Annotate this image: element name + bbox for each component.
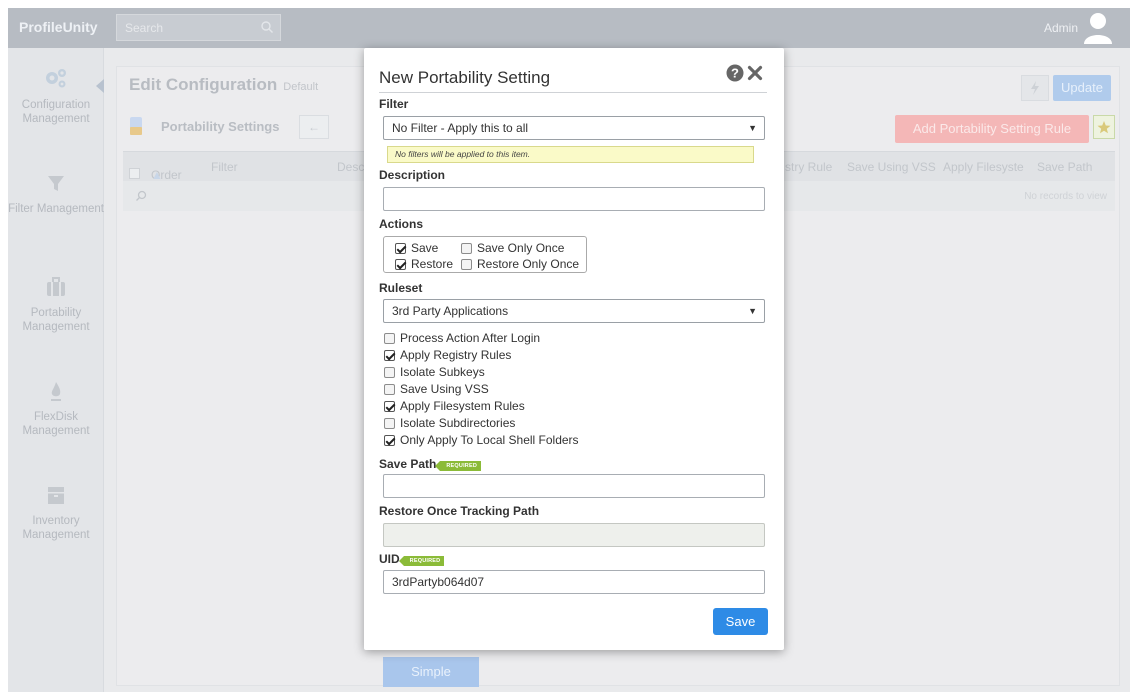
sidebar-item-inventory[interactable]: Inventory Management (8, 482, 104, 542)
flame-icon (51, 382, 61, 401)
search-icon[interactable] (260, 20, 274, 34)
apply-registry-rules-checkbox[interactable]: Apply Registry Rules (384, 349, 511, 362)
title-divider (379, 92, 767, 93)
actions-label: Actions (379, 217, 424, 231)
new-portability-setting-dialog: New Portability Setting ? Filter No Filt… (364, 48, 784, 650)
uid-label: UID REQUIRED (379, 552, 445, 566)
save-checkbox[interactable]: Save (395, 242, 438, 255)
ruleset-select[interactable]: 3rd Party Applications ▼ (383, 299, 765, 323)
sidebar-item-label: Filter Management (8, 203, 104, 215)
user-name[interactable]: Admin (1044, 8, 1078, 48)
search-input[interactable] (117, 15, 257, 40)
required-badge: REQUIRED (435, 461, 482, 471)
update-button[interactable]: Update (1053, 75, 1111, 101)
isolate-subkeys-checkbox[interactable]: Isolate Subkeys (384, 366, 485, 379)
sidebar-item-filter[interactable]: Filter Management (8, 170, 104, 216)
archive-box-icon (48, 487, 64, 504)
no-records-text: No records to view (1024, 191, 1107, 202)
page-title-text: Edit Configuration (129, 75, 278, 94)
gears-icon (46, 69, 66, 88)
column-filter[interactable]: Filter (211, 160, 238, 174)
funnel-icon (48, 176, 64, 191)
page-title: Edit Configuration Default (129, 75, 318, 95)
restore-tracking-path-input (383, 523, 765, 547)
sidebar: Configuration Management Filter Manageme… (8, 48, 104, 692)
only-local-shell-folders-checkbox[interactable]: Only Apply To Local Shell Folders (384, 434, 579, 447)
filter-selected-value: No Filter - Apply this to all (392, 121, 529, 135)
sidebar-item-label: Portability Management (22, 307, 90, 333)
brand-logo[interactable]: ProfileUnity (19, 8, 98, 48)
actions-group: Save Save Only Once Restore Restore Only… (383, 236, 587, 273)
flash-button[interactable] (1021, 75, 1049, 101)
filter-label: Filter (379, 97, 409, 111)
section-title: Portability Settings (161, 119, 280, 134)
simple-button[interactable]: Simple (383, 657, 479, 687)
restore-checkbox[interactable]: Restore (395, 258, 453, 271)
close-icon[interactable] (747, 65, 763, 81)
column-apply-filesystem[interactable]: Apply Filesyste (943, 160, 1024, 174)
dialog-title: New Portability Setting (379, 68, 551, 87)
checkbox-checked (395, 259, 406, 270)
restore-tracking-path-label: Restore Once Tracking Path (379, 504, 540, 518)
search-icon[interactable] (135, 190, 147, 202)
restore-only-once-checkbox[interactable]: Restore Only Once (461, 258, 579, 271)
avatar-icon[interactable] (1082, 10, 1114, 44)
checkbox-unchecked (461, 243, 472, 254)
column-save-using-vss[interactable]: Save Using VSS (847, 160, 936, 174)
sidebar-item-label: Configuration Management (21, 99, 91, 125)
ruleset-selected-value: 3rd Party Applications (392, 304, 509, 318)
save-path-label: Save Path REQUIRED (379, 457, 482, 471)
arrow-left-icon: ← (308, 120, 320, 134)
description-input[interactable] (383, 187, 765, 211)
svg-text:?: ? (731, 66, 739, 81)
process-after-login-checkbox[interactable]: Process Action After Login (384, 332, 540, 345)
checkbox-checked (395, 243, 406, 254)
add-portability-rule-button[interactable]: Add Portability Setting Rule (895, 115, 1089, 143)
sidebar-item-flexdisk[interactable]: FlexDisk Management (8, 378, 104, 438)
save-using-vss-checkbox[interactable]: Save Using VSS (384, 383, 489, 396)
filter-hint: No filters will be applied to this item. (387, 146, 754, 163)
ruleset-label: Ruleset (379, 281, 423, 295)
sidebar-item-configuration[interactable]: Configuration Management (8, 66, 104, 126)
description-label: Description (379, 168, 446, 182)
column-description[interactable]: Desc (337, 160, 364, 174)
export-button[interactable] (1093, 115, 1115, 139)
isolate-subdirectories-checkbox[interactable]: Isolate Subdirectories (384, 417, 515, 430)
filter-select[interactable]: No Filter - Apply this to all ▼ (383, 116, 765, 140)
checkbox-unchecked (461, 259, 472, 270)
star-icon (1097, 121, 1111, 134)
dropdown-arrow-icon: ▼ (748, 123, 757, 133)
column-apply-registry-rule[interactable]: stry Rule (785, 160, 832, 174)
sidebar-item-portability[interactable]: Portability Management (8, 274, 104, 334)
apply-filesystem-rules-checkbox[interactable]: Apply Filesystem Rules (384, 400, 525, 413)
top-bar: ProfileUnity Admin (8, 8, 1130, 48)
required-badge: REQUIRED (398, 556, 445, 566)
dropdown-arrow-icon: ▼ (748, 306, 757, 316)
search-box (116, 14, 281, 41)
configuration-name: Default (283, 81, 319, 93)
lightning-icon (1031, 81, 1039, 95)
help-icon[interactable]: ? (726, 64, 744, 82)
briefcase-icon (47, 277, 65, 296)
uid-input[interactable] (383, 570, 765, 594)
back-button[interactable]: ← (299, 115, 329, 139)
save-button[interactable]: Save (713, 608, 768, 635)
save-only-once-checkbox[interactable]: Save Only Once (461, 242, 564, 255)
sort-arrow-icon: ▲ (151, 168, 163, 182)
sidebar-item-label: FlexDisk Management (22, 411, 90, 437)
sidebar-item-label: Inventory Management (22, 515, 90, 541)
portability-section-icon (130, 117, 142, 135)
column-save-path[interactable]: Save Path (1037, 160, 1092, 174)
save-path-input[interactable] (383, 474, 765, 498)
